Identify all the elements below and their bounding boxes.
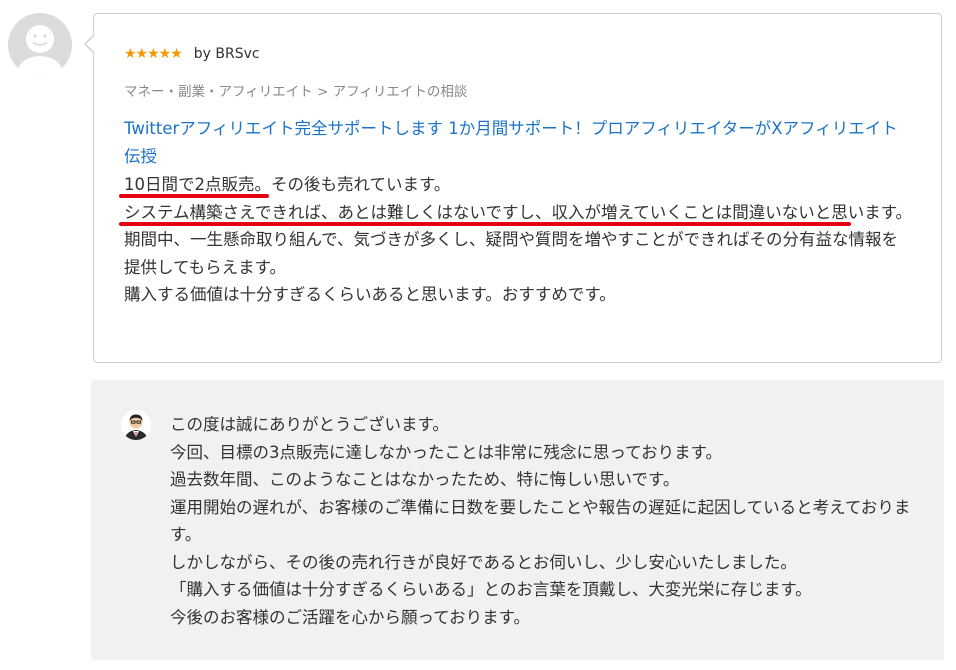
- reply-line: しかしながら、その後の売れ行きが良好であるとお伺いし、少し安心いたしました。: [170, 552, 797, 572]
- card-pointer-fill: [86, 35, 95, 53]
- seller-avatar: [121, 410, 151, 440]
- highlight-underline: [119, 194, 269, 198]
- reply-line: 過去数年間、このようなことはなかったため、特に悔しい思いです。: [170, 470, 680, 489]
- reply-line: この度は誠にありがとうございます。: [170, 415, 449, 434]
- reply-line: 運用開始の遅れが、お客様のご準備に日数を要したことや報告の遅延に起因していると考…: [170, 497, 911, 545]
- seller-portrait-icon: [121, 410, 151, 440]
- rating-row: ★★★★★ by BRSvc: [124, 44, 260, 64]
- user-silhouette-icon: [16, 25, 64, 77]
- reviewer-name: by BRSvc: [193, 46, 260, 62]
- reviewer-avatar: [8, 13, 72, 77]
- seller-reply: この度は誠にありがとうございます。 今回、目標の3点販売に達しなかったことは非常…: [91, 380, 944, 660]
- reply-line: 今後のお客様のご活躍を心から願っております。: [170, 607, 531, 627]
- reply-body: この度は誠にありがとうございます。 今回、目標の3点販売に達しなかったことは非常…: [170, 411, 915, 631]
- highlight-underline: [119, 222, 851, 226]
- review-line: 購入する価値は十分すぎるくらいあると思います。おすすめです。: [124, 285, 616, 304]
- star-rating-icon: ★★★★★: [124, 46, 183, 62]
- review-body: 10日間で2点販売。その後も売れています。 システム構築さえできれば、あとは難し…: [124, 171, 914, 309]
- review-line: 期間中、一生懸命取り組んで、気づきが多くし、疑問や質問を増やすことができればその…: [124, 230, 899, 277]
- review-card: ★★★★★ by BRSvc マネー・副業・アフィリエイト > アフィリエイトの…: [84, 13, 942, 363]
- reply-line: 「購入する価値は十分すぎるくらいある」とのお言葉を頂戴し、大変光栄に存じます。: [170, 580, 812, 599]
- reply-line: 今回、目標の3点販売に達しなかったことは非常に残念に思っております。: [170, 442, 723, 462]
- category-breadcrumb: マネー・副業・アフィリエイト > アフィリエイトの相談: [124, 84, 468, 100]
- service-title-link[interactable]: Twitterアフィリエイト完全サポートします 1か月間サポート！プロアフィリエ…: [124, 115, 914, 171]
